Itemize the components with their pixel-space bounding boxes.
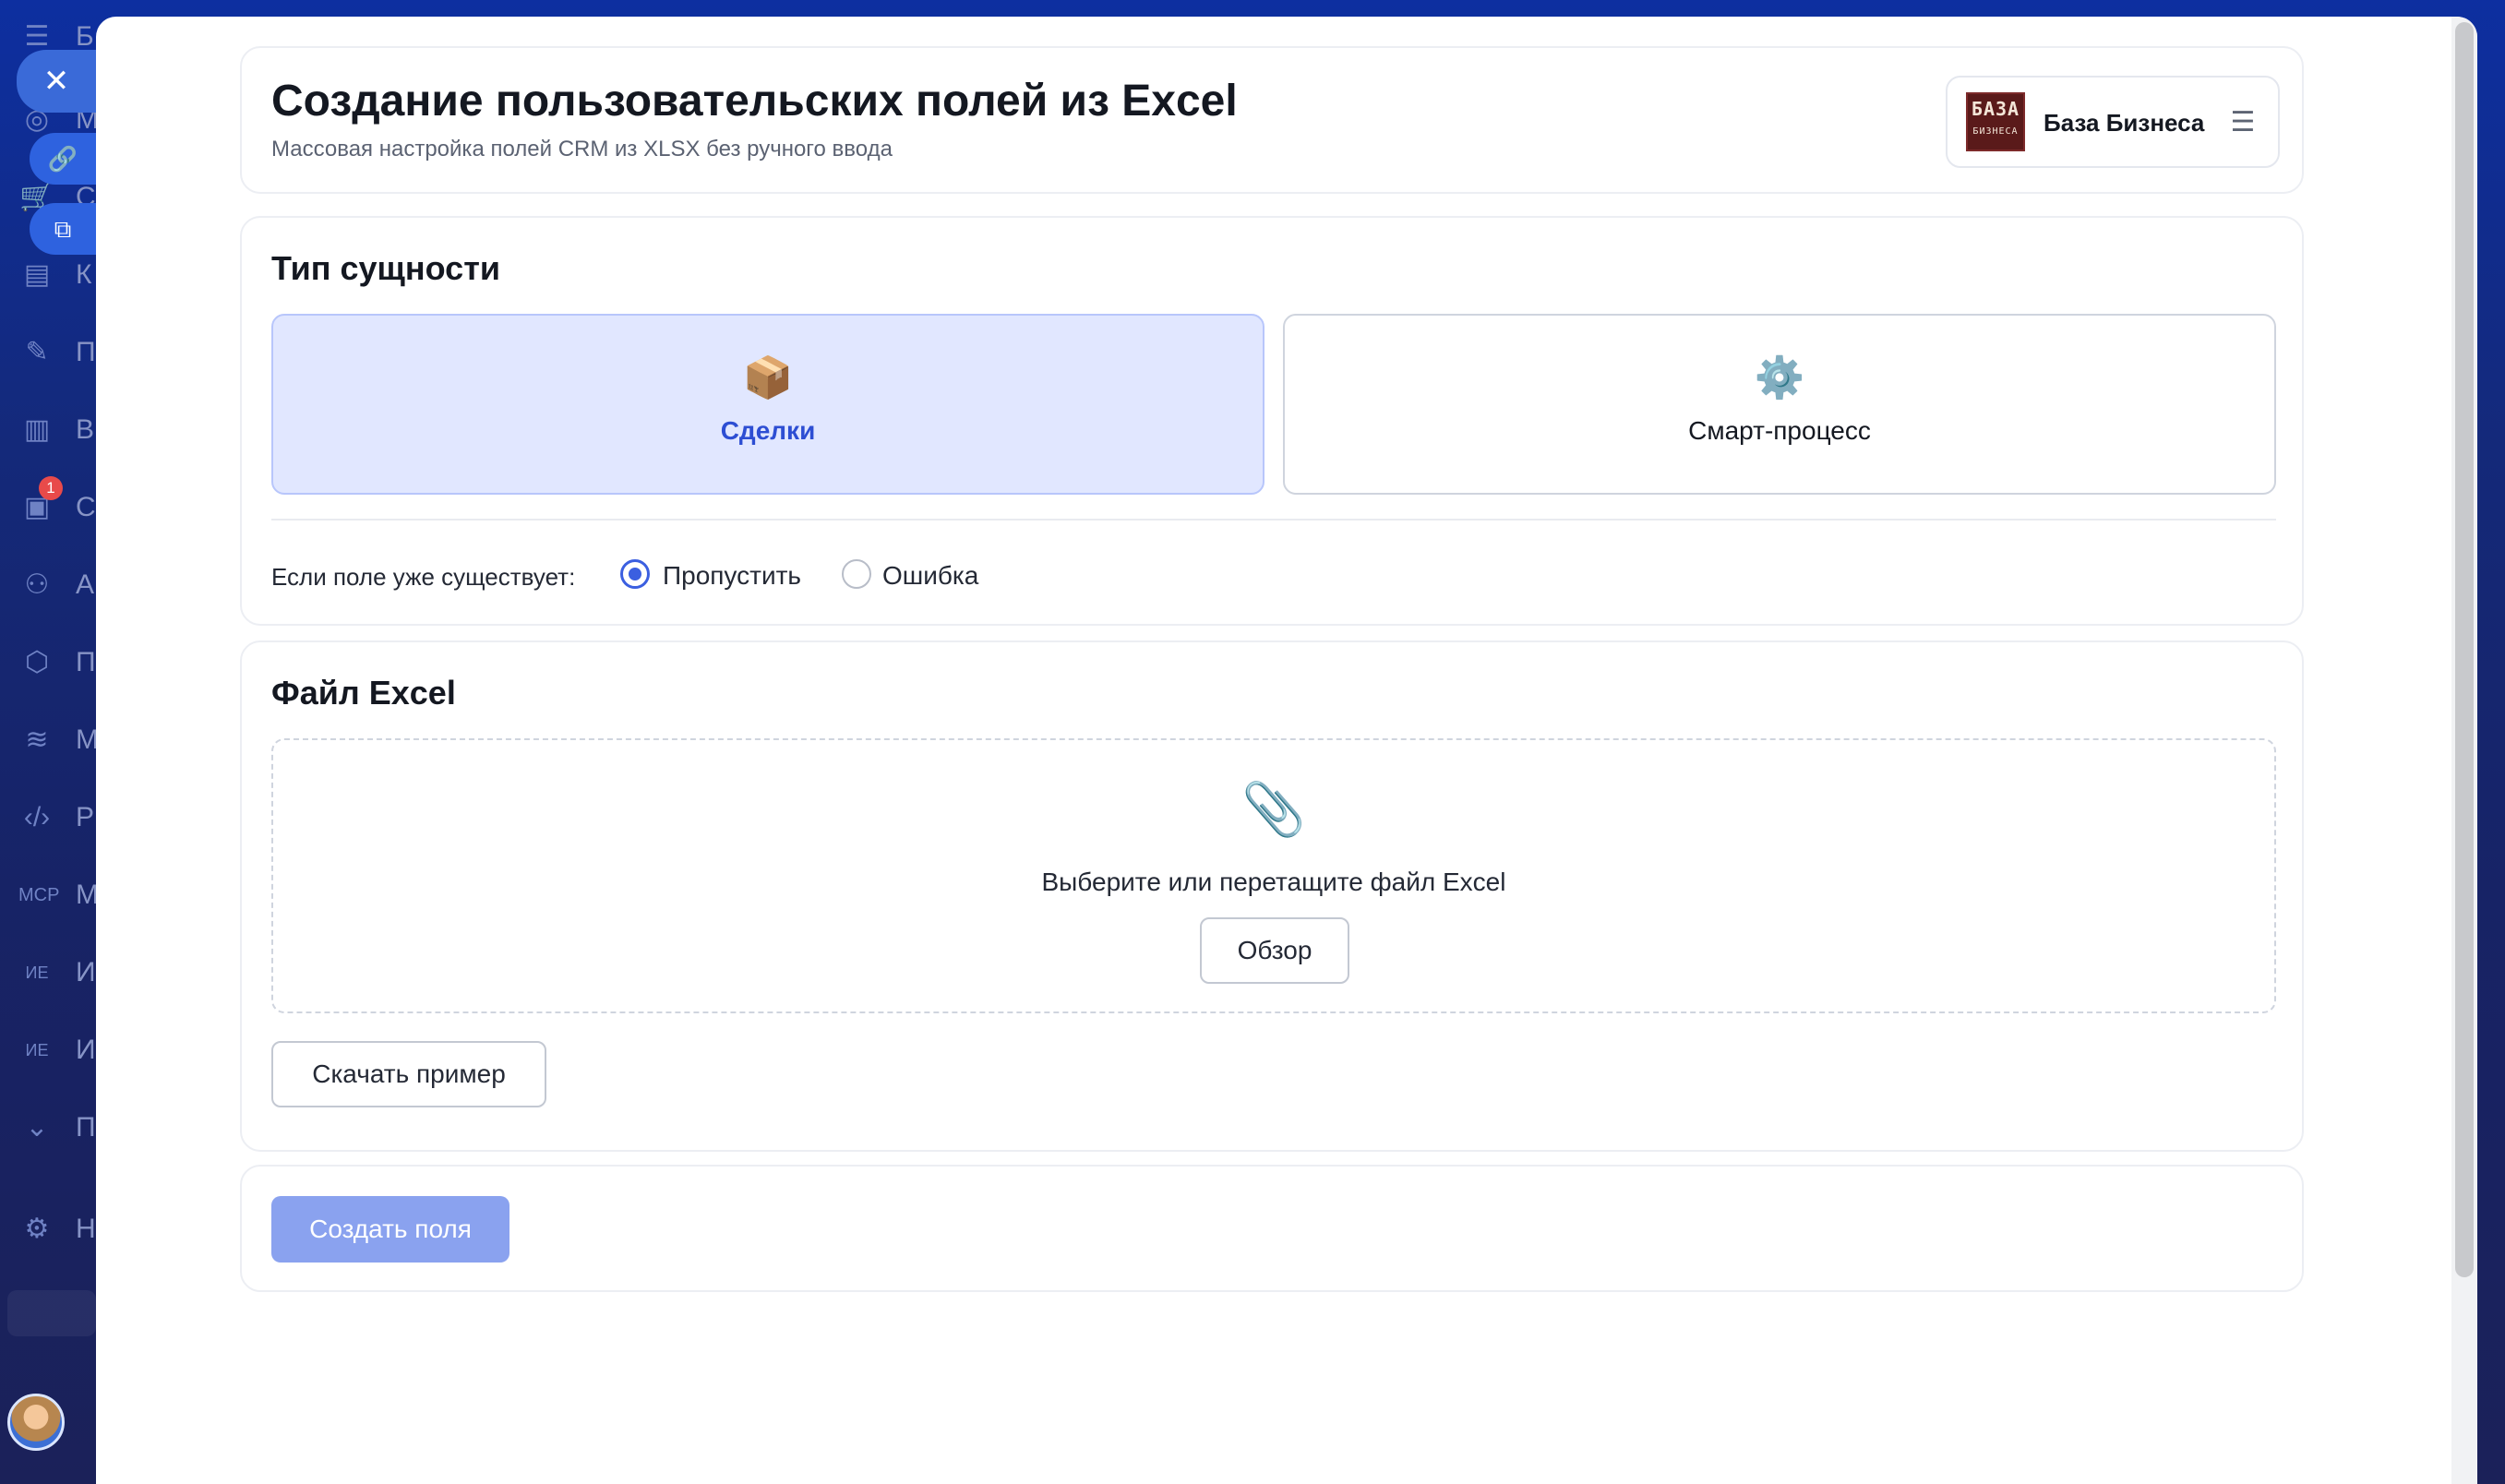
brand-logo: БАЗА БИЗНЕСА <box>1966 92 2025 151</box>
document-icon[interactable]: ▤ <box>18 257 55 293</box>
entity-option-smart-process[interactable]: ⚙️ Смарт-процесс <box>1283 314 2276 495</box>
brand-box: БАЗА БИЗНЕСА База Бизнеса ☰ <box>1946 76 2280 168</box>
gear-icon: ⚙️ <box>1754 355 1805 401</box>
robot-icon[interactable]: ⚇ <box>18 567 55 604</box>
chart-icon[interactable]: ▥ <box>18 412 55 449</box>
code-icon[interactable]: ‹/› <box>18 799 55 836</box>
slider-panel: Создание пользовательских полей из Excel… <box>96 17 2477 1484</box>
close-icon: ✕ <box>42 64 70 99</box>
create-fields-button[interactable]: Создать поля <box>271 1196 509 1263</box>
brand-logo-subtext: БИЗНЕСА <box>1972 126 2019 137</box>
gear-icon[interactable]: ⚙ <box>18 1211 55 1248</box>
entity-type-card: Тип сущности 📦 Сделки ⚙️ Смарт-процесс Е… <box>240 216 2304 626</box>
package-icon: 📦 <box>742 355 794 401</box>
browse-button[interactable]: Обзор <box>1200 917 1349 984</box>
chevron-down-icon[interactable]: ⌄ <box>18 1109 55 1146</box>
dropzone-text: Выберите или перетащите файл Excel <box>1041 868 1506 896</box>
radio-error[interactable] <box>842 559 871 589</box>
wave-icon[interactable]: ≋ <box>18 722 55 759</box>
file-dropzone[interactable]: 📎 Выберите или перетащите файл Excel Обз… <box>271 738 2276 1013</box>
radio-skip[interactable] <box>620 559 650 589</box>
paperclip-icon: 📎 <box>1241 780 1306 838</box>
close-slider-button[interactable]: ✕ <box>17 50 96 113</box>
page-subtitle: Массовая настройка полей CRM из XLSX без… <box>271 137 893 162</box>
app-ie-icon[interactable]: ИЕ <box>18 1032 55 1069</box>
brand-logo-text: БАЗА <box>1971 98 2020 120</box>
hamburger-menu-icon[interactable]: ☰ <box>2228 109 2258 137</box>
download-sample-button[interactable]: Скачать пример <box>271 1041 546 1107</box>
entity-option-deals[interactable]: 📦 Сделки <box>271 314 1264 495</box>
open-new-window-button[interactable]: ⧉ <box>30 203 96 255</box>
notification-badge: 1 <box>39 476 63 500</box>
mcp-icon[interactable]: MCP <box>18 877 59 914</box>
radio-skip-label[interactable]: Пропустить <box>663 561 801 591</box>
section-title: Тип сущности <box>271 249 500 287</box>
scrollbar-thumb[interactable] <box>2455 22 2474 1277</box>
header-card: Создание пользовательских полей из Excel… <box>240 46 2304 194</box>
section-title: Файл Excel <box>271 674 456 712</box>
entity-option-label: Сделки <box>720 416 816 445</box>
app-ie-icon[interactable]: ИЕ <box>18 954 55 991</box>
nav-selection <box>7 1290 96 1336</box>
pencil-icon[interactable]: ✎ <box>18 334 55 371</box>
action-card: Создать поля <box>240 1165 2304 1292</box>
box-icon[interactable]: ⬡ <box>18 644 55 681</box>
divider <box>271 519 2276 521</box>
entity-option-label: Смарт-процесс <box>1688 416 1871 445</box>
if-exists-label: Если поле уже существует: <box>271 563 576 591</box>
copy-link-button[interactable]: 🔗 <box>30 133 96 185</box>
avatar[interactable] <box>7 1394 65 1451</box>
page-title: Создание пользовательских полей из Excel <box>271 77 1238 126</box>
link-icon: 🔗 <box>47 145 78 173</box>
excel-file-card: Файл Excel 📎 Выберите или перетащите фай… <box>240 640 2304 1152</box>
brand-name: База Бизнеса <box>2044 109 2205 137</box>
external-link-icon: ⧉ <box>54 215 72 243</box>
radio-error-label[interactable]: Ошибка <box>882 561 978 591</box>
